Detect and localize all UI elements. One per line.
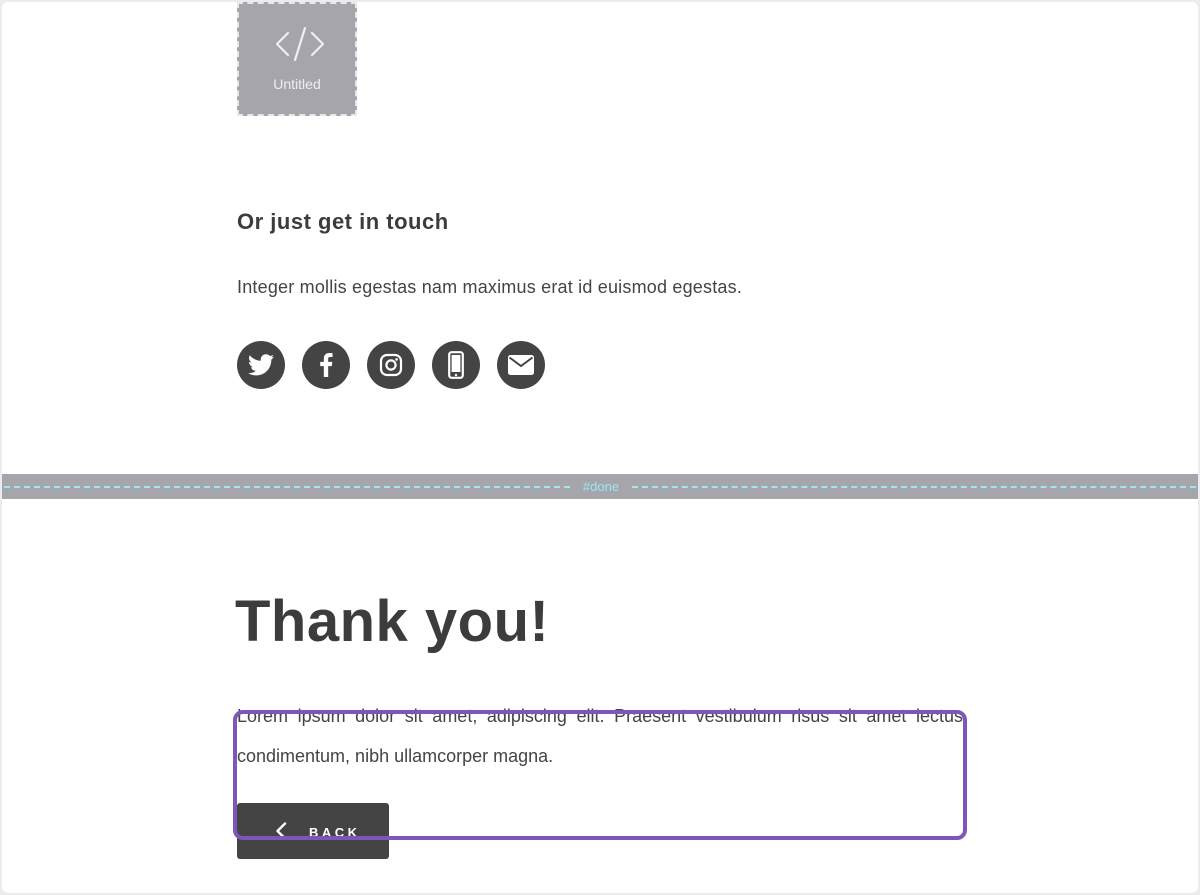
instagram-icon: [379, 353, 403, 377]
placeholder-label: Untitled: [273, 76, 321, 92]
thank-you-heading: Thank you!: [235, 589, 550, 654]
anchor-divider-right: [632, 486, 1196, 488]
contact-heading: Or just get in touch: [237, 209, 449, 234]
chevron-left-icon: [276, 822, 287, 840]
phone-link[interactable]: [432, 341, 480, 389]
phone-icon: [448, 351, 464, 379]
thank-you-text: Lorem ipsum dolor sit amet, adipiscing e…: [237, 706, 963, 766]
back-button[interactable]: BACK: [237, 803, 389, 859]
page-canvas: Untitled Or just get in touch Integer mo…: [2, 2, 1198, 893]
code-icon: [275, 26, 325, 62]
email-icon: [508, 355, 534, 375]
instagram-link[interactable]: [367, 341, 415, 389]
facebook-icon: [320, 353, 333, 377]
anchor-divider-left: [4, 486, 570, 488]
facebook-link[interactable]: [302, 341, 350, 389]
untitled-embed-placeholder[interactable]: Untitled: [237, 2, 357, 116]
anchor-label: #done: [582, 479, 620, 494]
section-anchor-bar: #done: [2, 474, 1198, 499]
twitter-link[interactable]: [237, 341, 285, 389]
twitter-icon: [248, 354, 274, 376]
contact-text: Integer mollis egestas nam maximus erat …: [237, 277, 743, 297]
email-link[interactable]: [497, 341, 545, 389]
back-button-label: BACK: [309, 825, 361, 840]
social-links: [237, 341, 545, 389]
